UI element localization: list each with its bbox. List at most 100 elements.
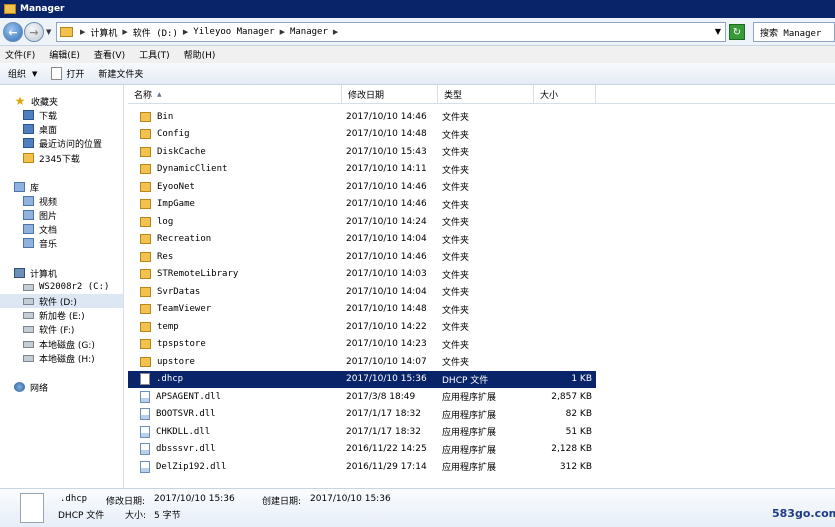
nav-music[interactable]: 音乐 <box>0 236 123 250</box>
menu-view[interactable]: 查看(V) <box>89 48 130 61</box>
back-button[interactable]: ← <box>3 22 23 42</box>
column-header-size[interactable]: 大小 <box>534 85 596 104</box>
chevron-right-icon[interactable]: ▶ <box>122 28 127 36</box>
file-size: 82 KB <box>565 409 592 419</box>
file-name-cell: Config <box>140 126 340 143</box>
file-row[interactable]: upstore 2017/10/10 14:07 文件夹 <box>128 353 596 370</box>
breadcrumb-yileyoo-manager[interactable]: Yileyoo Manager <box>193 27 274 37</box>
menu-file[interactable]: 文件(F) <box>0 48 40 61</box>
file-size-cell: 51 KB <box>534 423 592 440</box>
file-row[interactable]: temp 2017/10/10 14:22 文件夹 <box>128 318 596 335</box>
details-created-value: 2017/10/10 15:36 <box>310 494 391 504</box>
file-row[interactable]: STRemoteLibrary 2017/10/10 14:03 文件夹 <box>128 266 596 283</box>
file-row[interactable]: BOOTSVR.dll 2017/1/17 18:32 应用程序扩展 82 KB <box>128 406 596 423</box>
nav-drive-c[interactable]: WS2008r2 (C:) <box>0 280 123 294</box>
file-row[interactable]: ImpGame 2017/10/10 14:46 文件夹 <box>128 196 596 213</box>
pictures-icon <box>23 210 34 220</box>
address-dropdown-icon[interactable]: ▼ <box>715 27 721 36</box>
column-size-label: 大小 <box>540 91 559 101</box>
file-type: 文件夹 <box>442 340 470 351</box>
nav-pictures[interactable]: 图片 <box>0 208 123 222</box>
chevron-right-icon[interactable]: ▶ <box>80 28 85 36</box>
column-header-date[interactable]: 修改日期 <box>342 85 438 104</box>
menu-edit[interactable]: 编辑(E) <box>44 48 85 61</box>
file-size-cell <box>534 318 592 335</box>
column-header-name[interactable]: 名称 ▲ <box>128 85 342 104</box>
file-type-cell: 文件夹 <box>442 143 534 160</box>
file-row[interactable]: EyooNet 2017/10/10 14:46 文件夹 <box>128 178 596 195</box>
file-date: 2017/10/10 14:03 <box>346 269 427 279</box>
nav-drive-h-label: 本地磁盘 (H:) <box>39 354 95 365</box>
file-row[interactable]: DynamicClient 2017/10/10 14:11 文件夹 <box>128 161 596 178</box>
file-date: 2017/10/10 14:23 <box>346 339 427 349</box>
file-row[interactable]: DiskCache 2017/10/10 15:43 文件夹 <box>128 143 596 160</box>
file-row[interactable]: Recreation 2017/10/10 14:04 文件夹 <box>128 231 596 248</box>
chevron-right-icon[interactable]: ▶ <box>333 28 338 36</box>
file-type-cell: 文件夹 <box>442 353 534 370</box>
file-icon <box>20 493 44 523</box>
open-button[interactable]: 打开 <box>51 67 84 80</box>
nav-favorites[interactable]: ★ 收藏夹 <box>0 94 123 108</box>
organize-button[interactable]: 组织 ▼ <box>8 67 37 81</box>
search-placeholder: 搜索 Manager <box>760 28 822 39</box>
file-row[interactable]: log 2017/10/10 14:24 文件夹 <box>128 213 596 230</box>
file-row[interactable]: Bin 2017/10/10 14:46 文件夹 <box>128 108 596 125</box>
file-type-cell: 文件夹 <box>442 108 534 125</box>
nav-network[interactable]: 网络 <box>0 380 123 394</box>
address-bar[interactable]: ▶ 计算机 ▶ 软件 (D:) ▶ Yileyoo Manager ▶ Mana… <box>56 22 726 42</box>
file-row[interactable]: tpspstore 2017/10/10 14:23 文件夹 <box>128 336 596 353</box>
file-date-cell: 2017/10/10 15:36 <box>346 371 438 388</box>
file-date-cell: 2017/3/8 18:49 <box>346 388 438 405</box>
column-headers: 名称 ▲ 修改日期 类型 大小 <box>128 85 835 104</box>
breadcrumb-drive-d[interactable]: 软件 (D:) <box>133 26 178 39</box>
file-type-cell: 文件夹 <box>442 336 534 353</box>
column-header-type[interactable]: 类型 <box>438 85 534 104</box>
nav-drive-f[interactable]: 软件 (F:) <box>0 322 123 336</box>
recent-pages-dropdown[interactable]: ▼ <box>46 28 51 36</box>
menu-help[interactable]: 帮助(H) <box>179 48 221 61</box>
file-date: 2017/10/10 14:46 <box>346 181 427 192</box>
file-row[interactable]: Config 2017/10/10 14:48 文件夹 <box>128 126 596 143</box>
chevron-right-icon[interactable]: ▶ <box>280 28 285 36</box>
nav-drive-d[interactable]: 软件 (D:) <box>0 294 123 308</box>
nav-desktop[interactable]: 桌面 <box>0 122 123 136</box>
nav-documents[interactable]: 文档 <box>0 222 123 236</box>
forward-button[interactable]: → <box>24 22 44 42</box>
breadcrumb-computer[interactable]: 计算机 <box>90 26 117 39</box>
file-row[interactable]: .dhcp 2017/10/10 15:36 DHCP 文件 1 KB <box>128 370 596 388</box>
breadcrumb-manager[interactable]: Manager <box>290 27 328 37</box>
nav-recent-places[interactable]: 最近访问的位置 <box>0 136 123 150</box>
menu-tools[interactable]: 工具(T) <box>134 48 175 61</box>
new-folder-button[interactable]: 新建文件夹 <box>98 67 143 80</box>
file-date-cell: 2017/10/10 14:46 <box>346 248 438 265</box>
chevron-right-icon[interactable]: ▶ <box>183 28 188 36</box>
nav-videos[interactable]: 视频 <box>0 194 123 208</box>
folder-icon <box>140 251 151 262</box>
nav-2345-downloads[interactable]: 2345下载 <box>0 151 123 165</box>
file-row[interactable]: TeamViewer 2017/10/10 14:48 文件夹 <box>128 301 596 318</box>
download-folder-icon <box>23 110 34 120</box>
file-row[interactable]: CHKDLL.dll 2017/1/17 18:32 应用程序扩展 51 KB <box>128 423 596 440</box>
file-date-cell: 2016/11/29 17:14 <box>346 458 438 475</box>
file-name: upstore <box>157 356 195 367</box>
refresh-button[interactable]: ↻ <box>729 24 745 40</box>
nav-libraries[interactable]: 库 <box>0 180 123 194</box>
nav-downloads[interactable]: 下载 <box>0 108 123 122</box>
file-date: 2017/10/10 14:46 <box>346 251 427 262</box>
file-date: 2017/10/10 14:04 <box>346 286 427 297</box>
nav-drive-h[interactable]: 本地磁盘 (H:) <box>0 351 123 365</box>
file-row[interactable]: APSAGENT.dll 2017/3/8 18:49 应用程序扩展 2,857 KB <box>128 388 596 405</box>
search-input[interactable]: 搜索 Manager <box>753 22 835 42</box>
nav-computer[interactable]: 计算机 <box>0 266 123 280</box>
nav-drive-g[interactable]: 本地磁盘 (G:) <box>0 337 123 351</box>
file-name: TeamViewer <box>157 304 212 314</box>
file-name: Res <box>157 251 174 262</box>
folder-icon <box>140 339 151 349</box>
drive-icon <box>23 297 34 305</box>
file-row[interactable]: Res 2017/10/10 14:46 文件夹 <box>128 248 596 265</box>
nav-documents-label: 文档 <box>39 225 58 236</box>
file-row[interactable]: SvrDatas 2017/10/10 14:04 文件夹 <box>128 283 596 300</box>
file-row[interactable]: dbsssvr.dll 2016/11/22 14:25 应用程序扩展 2,128 K… <box>128 441 596 458</box>
file-row[interactable]: DelZip192.dll 2016/11/29 17:14 应用程序扩展 312 K… <box>128 458 596 475</box>
nav-drive-e[interactable]: 新加卷 (E:) <box>0 308 123 322</box>
